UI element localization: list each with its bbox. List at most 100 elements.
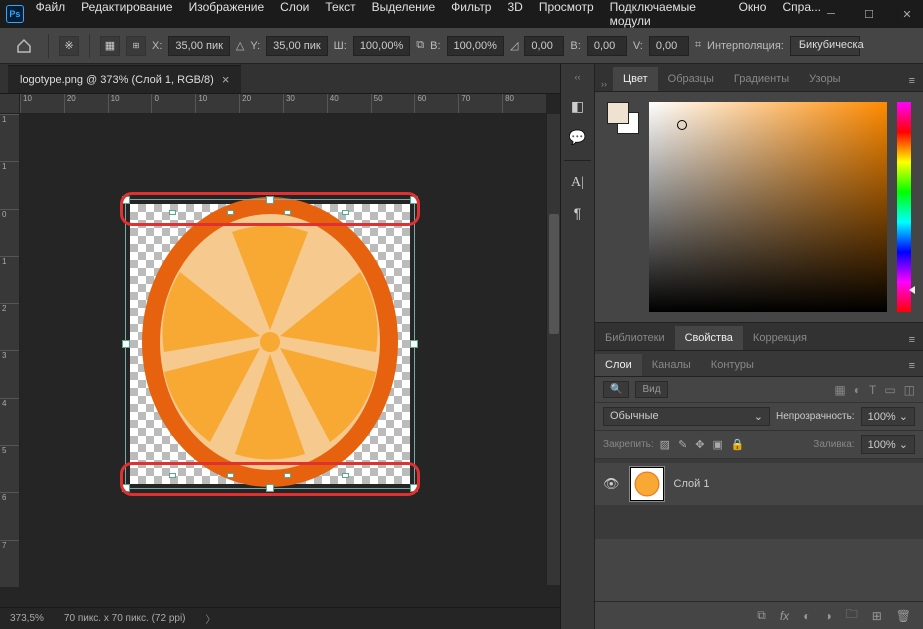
ruler-vertical[interactable]: 1101234567 <box>0 114 20 587</box>
fg-bg-swatches[interactable] <box>607 102 639 312</box>
search-kind-select[interactable]: Вид <box>635 381 667 398</box>
lock-transparency-icon[interactable]: ▨ <box>660 438 670 451</box>
h-field[interactable]: 100,00% <box>447 36 504 56</box>
history-icon[interactable]: ◧ <box>571 98 584 115</box>
tab-color[interactable]: Цвет <box>613 67 658 91</box>
color-field[interactable] <box>649 102 887 312</box>
tab-adjustments[interactable]: Коррекция <box>743 326 817 350</box>
layer-name[interactable]: Слой 1 <box>674 478 710 490</box>
angle-field[interactable]: 0,00 <box>524 36 564 56</box>
skew-h-label: В: <box>570 40 580 52</box>
panel-menu-icon[interactable]: ≡ <box>901 71 923 91</box>
properties-tabs: Библиотеки Свойства Коррекция ≡ <box>595 323 923 351</box>
ruler-corner <box>0 94 20 114</box>
panel-menu-icon[interactable]: ≡ <box>901 330 923 350</box>
interpolation-label: Интерполяция: <box>707 40 784 52</box>
app-icon: Ps <box>6 5 24 23</box>
lock-move-icon[interactable]: ✥ <box>695 438 704 451</box>
filter-smart-icon[interactable]: ◫ <box>904 383 915 397</box>
menu-image[interactable]: Изображение <box>189 0 265 28</box>
menu-window[interactable]: Окно <box>739 0 767 28</box>
menu-filter[interactable]: Фильтр <box>451 0 491 28</box>
menu-select[interactable]: Выделение <box>372 0 436 28</box>
document-tab[interactable]: logotype.png @ 373% (Слой 1, RGB/8) × <box>8 65 241 93</box>
paragraph-icon[interactable]: ¶ <box>574 205 582 221</box>
canvas[interactable] <box>130 204 410 484</box>
opacity-field[interactable]: 100% ⌄ <box>861 407 915 426</box>
filter-shape-icon[interactable]: ▭ <box>884 383 895 397</box>
menu-3d[interactable]: 3D <box>507 0 522 28</box>
color-panel-tabs: ›› Цвет Образцы Градиенты Узоры ≡ <box>595 64 923 92</box>
minimize-button[interactable]: ─ <box>821 8 841 21</box>
menu-edit[interactable]: Редактирование <box>81 0 172 28</box>
menu-text[interactable]: Текст <box>325 0 355 28</box>
filter-pixel-icon[interactable]: ▦ <box>834 383 845 397</box>
character-icon[interactable]: A| <box>571 175 584 191</box>
doc-info-chevron-icon[interactable]: 〉 <box>206 611 216 626</box>
home-button[interactable] <box>10 32 38 60</box>
collapse-toggle-icon[interactable]: ‹‹ <box>561 72 594 84</box>
reference-point-icon[interactable]: ▦ <box>100 36 120 56</box>
hue-slider[interactable] <box>897 102 911 312</box>
fx-icon[interactable]: fx <box>780 609 789 623</box>
tab-patterns[interactable]: Узоры <box>799 67 850 91</box>
menu-layers[interactable]: Слои <box>280 0 309 28</box>
interpolation-select[interactable]: Бикубическа <box>790 36 860 56</box>
canvas-viewport[interactable]: 10201001020304050607080 1101234567 <box>0 94 560 607</box>
tab-gradients[interactable]: Градиенты <box>724 67 799 91</box>
tab-paths[interactable]: Контуры <box>701 354 764 376</box>
menu-plugins[interactable]: Подключаемые модули <box>610 0 723 28</box>
document-tab-title: logotype.png @ 373% (Слой 1, RGB/8) <box>20 74 214 86</box>
mask-icon[interactable]: ◐ <box>803 609 810 623</box>
close-button[interactable]: ✕ <box>897 8 917 21</box>
tab-channels[interactable]: Каналы <box>642 354 701 376</box>
zoom-value[interactable]: 373,5% <box>10 613 44 624</box>
x-field[interactable]: 35,00 пик <box>168 36 230 56</box>
layer-thumbnail[interactable] <box>630 467 664 501</box>
panel-collapse-icon[interactable]: ›› <box>595 77 613 91</box>
adjustment-icon[interactable]: ◑ <box>824 609 831 623</box>
tab-libraries[interactable]: Библиотеки <box>595 326 675 350</box>
tab-properties[interactable]: Свойства <box>675 326 743 350</box>
transform-bounding-box[interactable] <box>125 199 415 489</box>
scrollbar-vertical[interactable] <box>546 114 560 585</box>
layer-list: 👁 Слой 1 <box>595 459 923 539</box>
workspace: logotype.png @ 373% (Слой 1, RGB/8) × 10… <box>0 64 923 629</box>
h-label: В: <box>430 40 440 52</box>
filter-type-icon[interactable]: T <box>869 383 876 397</box>
skew-v-field[interactable]: 0,00 <box>649 36 689 56</box>
link-layers-icon[interactable]: ⧉ <box>757 608 766 623</box>
delete-icon[interactable]: 🗑 <box>896 609 911 623</box>
tab-swatches[interactable]: Образцы <box>658 67 724 91</box>
warp-icon[interactable]: ⌗ <box>695 39 701 52</box>
lock-brush-icon[interactable]: ✎ <box>678 438 687 451</box>
comments-icon[interactable]: 💬 <box>569 129 586 146</box>
tab-layers[interactable]: Слои <box>595 354 642 376</box>
skew-h-field[interactable]: 0,00 <box>587 36 627 56</box>
foreground-swatch[interactable] <box>607 102 629 124</box>
panel-menu-icon[interactable]: ≡ <box>901 356 923 376</box>
fill-field[interactable]: 100% ⌄ <box>861 435 915 454</box>
layer-row[interactable]: 👁 Слой 1 <box>595 463 923 505</box>
lock-artboard-icon[interactable]: ▣ <box>713 438 723 451</box>
y-field[interactable]: 35,00 пик <box>266 36 328 56</box>
reference-grid-icon[interactable]: ⊞ <box>126 36 146 56</box>
panel-stack: ›› Цвет Образцы Градиенты Узоры ≡ <box>595 64 923 629</box>
lock-all-icon[interactable]: 🔒 <box>731 438 745 451</box>
close-tab-icon[interactable]: × <box>222 72 230 87</box>
link-wh-icon[interactable]: ⧉ <box>416 39 424 52</box>
menu-help[interactable]: Спра... <box>782 0 821 28</box>
search-kind-icon[interactable]: 🔍 <box>603 381 629 398</box>
w-field[interactable]: 100,00% <box>353 36 410 56</box>
maximize-button[interactable]: ☐ <box>859 8 879 21</box>
menu-view[interactable]: Просмотр <box>539 0 594 28</box>
transform-mode-icon[interactable]: ※ <box>59 36 79 56</box>
swap-xy-icon[interactable]: △ <box>236 39 244 52</box>
ruler-horizontal[interactable]: 10201001020304050607080 <box>20 94 546 114</box>
menu-file[interactable]: Файл <box>36 0 66 28</box>
group-icon[interactable]: 🗀 <box>846 605 858 626</box>
blend-mode-select[interactable]: Обычные⌄ <box>603 407 770 426</box>
filter-adjust-icon[interactable]: ◐ <box>854 383 861 397</box>
new-layer-icon[interactable]: ⊞ <box>872 609 882 623</box>
visibility-toggle-icon[interactable]: 👁 <box>603 476 620 492</box>
